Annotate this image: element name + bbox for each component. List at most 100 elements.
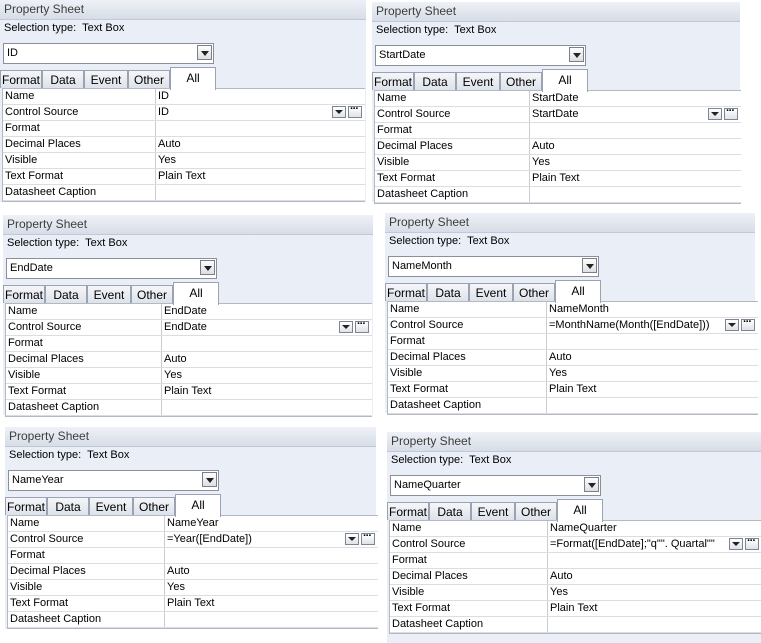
tab-other[interactable]: Other	[515, 502, 557, 520]
property-row[interactable]: Visible Yes	[375, 155, 741, 171]
object-selector-combo[interactable]: NameMonth	[388, 256, 599, 277]
property-value[interactable]: Plain Text	[532, 172, 738, 184]
dropdown-arrow-icon[interactable]	[708, 108, 722, 120]
property-row[interactable]: Visible Yes	[388, 366, 758, 382]
tab-data[interactable]: Data	[429, 502, 471, 520]
property-row[interactable]: Datasheet Caption	[6, 400, 372, 416]
property-row[interactable]: Name StartDate	[375, 91, 741, 107]
tab-format[interactable]: Format	[0, 70, 42, 88]
property-row[interactable]: Decimal Places Auto	[3, 137, 365, 153]
property-row[interactable]: Format	[3, 121, 365, 137]
tab-all[interactable]: All	[555, 280, 601, 303]
dropdown-arrow-icon[interactable]	[332, 106, 346, 118]
tab-other[interactable]: Other	[133, 497, 175, 515]
builder-ellipsis-icon[interactable]	[741, 316, 755, 331]
object-selector-combo[interactable]: EndDate	[6, 258, 217, 279]
builder-ellipsis-icon[interactable]	[355, 318, 369, 333]
object-selector-combo[interactable]: NameYear	[8, 470, 219, 491]
property-value[interactable]: Auto	[164, 353, 369, 365]
tab-format[interactable]: Format	[387, 502, 429, 520]
tab-all[interactable]: All	[175, 494, 221, 517]
property-row[interactable]: Datasheet Caption	[8, 612, 378, 628]
property-row[interactable]: Control Source =MonthName(Month([EndDate]…	[388, 316, 758, 334]
property-value[interactable]: Yes	[549, 367, 755, 379]
property-row[interactable]: Text Format Plain Text	[388, 382, 758, 398]
object-selector-combo[interactable]: StartDate	[375, 45, 586, 66]
property-value[interactable]: ID	[158, 106, 330, 118]
property-row[interactable]: Datasheet Caption	[390, 617, 761, 633]
tab-data[interactable]: Data	[414, 72, 456, 90]
tab-event[interactable]: Event	[471, 502, 515, 520]
tab-data[interactable]: Data	[42, 70, 84, 88]
object-selector-combo[interactable]: NameQuarter	[390, 475, 601, 496]
property-row[interactable]: Datasheet Caption	[388, 398, 758, 414]
object-selector-combo[interactable]: ID	[3, 43, 214, 64]
property-row[interactable]: Format	[390, 553, 761, 569]
builder-ellipsis-icon[interactable]	[745, 535, 759, 550]
chevron-down-icon[interactable]	[200, 260, 215, 275]
tab-event[interactable]: Event	[456, 72, 500, 90]
property-value[interactable]: EndDate	[164, 305, 369, 317]
chevron-down-icon[interactable]	[569, 47, 584, 62]
property-value[interactable]: Yes	[164, 369, 369, 381]
property-row[interactable]: Datasheet Caption	[375, 187, 741, 203]
property-row[interactable]: Format	[375, 123, 741, 139]
dropdown-arrow-icon[interactable]	[339, 321, 353, 333]
property-row[interactable]: Text Format Plain Text	[8, 596, 378, 612]
property-value[interactable]: ID	[158, 90, 362, 102]
property-row[interactable]: Decimal Places Auto	[388, 350, 758, 366]
property-value[interactable]: Auto	[167, 565, 375, 577]
chevron-down-icon[interactable]	[582, 258, 597, 273]
property-row[interactable]: Decimal Places Auto	[6, 352, 372, 368]
property-row[interactable]: Visible Yes	[390, 585, 761, 601]
tab-all[interactable]: All	[557, 499, 603, 522]
tab-other[interactable]: Other	[513, 283, 555, 301]
property-value[interactable]: =MonthName(Month([EndDate]))	[549, 319, 723, 331]
property-value[interactable]: Yes	[167, 581, 375, 593]
tab-all[interactable]: All	[542, 69, 588, 92]
property-row[interactable]: Control Source =Year([EndDate])	[8, 530, 378, 548]
property-value[interactable]: Auto	[550, 570, 759, 582]
tab-format[interactable]: Format	[3, 285, 45, 303]
tab-event[interactable]: Event	[87, 285, 131, 303]
property-row[interactable]: Text Format Plain Text	[6, 384, 372, 400]
property-value[interactable]: =Format([EndDate];"q"". Quartal""	[550, 538, 727, 550]
tab-all[interactable]: All	[170, 67, 216, 90]
tab-event[interactable]: Event	[469, 283, 513, 301]
property-value[interactable]: Plain Text	[164, 385, 369, 397]
chevron-down-icon[interactable]	[202, 472, 217, 487]
property-value[interactable]: Yes	[158, 154, 362, 166]
tab-format[interactable]: Format	[372, 72, 414, 90]
property-value[interactable]: Plain Text	[549, 383, 755, 395]
property-row[interactable]: Name NameQuarter	[390, 521, 761, 537]
property-value[interactable]: Auto	[532, 140, 738, 152]
property-value[interactable]: =Year([EndDate])	[167, 533, 343, 545]
chevron-down-icon[interactable]	[197, 45, 212, 60]
tab-data[interactable]: Data	[47, 497, 89, 515]
property-row[interactable]: Datasheet Caption	[3, 185, 365, 201]
property-row[interactable]: Format	[388, 334, 758, 350]
dropdown-arrow-icon[interactable]	[729, 538, 743, 550]
builder-ellipsis-icon[interactable]	[361, 530, 375, 545]
builder-ellipsis-icon[interactable]	[348, 103, 362, 118]
property-value[interactable]: Auto	[158, 138, 362, 150]
builder-ellipsis-icon[interactable]	[724, 105, 738, 120]
property-value[interactable]: EndDate	[164, 321, 337, 333]
property-value[interactable]: Yes	[532, 156, 738, 168]
property-row[interactable]: Visible Yes	[3, 153, 365, 169]
property-row[interactable]: Visible Yes	[6, 368, 372, 384]
tab-data[interactable]: Data	[45, 285, 87, 303]
property-row[interactable]: Decimal Places Auto	[8, 564, 378, 580]
property-row[interactable]: Text Format Plain Text	[3, 169, 365, 185]
tab-event[interactable]: Event	[84, 70, 128, 88]
property-value[interactable]: Plain Text	[158, 170, 362, 182]
property-row[interactable]: Name EndDate	[6, 304, 372, 320]
property-row[interactable]: Text Format Plain Text	[390, 601, 761, 617]
property-value[interactable]: StartDate	[532, 92, 738, 104]
tab-format[interactable]: Format	[5, 497, 47, 515]
property-row[interactable]: Text Format Plain Text	[375, 171, 741, 187]
property-row[interactable]: Name ID	[3, 89, 365, 105]
property-row[interactable]: Control Source StartDate	[375, 105, 741, 123]
property-value[interactable]: StartDate	[532, 108, 706, 120]
property-row[interactable]: Decimal Places Auto	[390, 569, 761, 585]
